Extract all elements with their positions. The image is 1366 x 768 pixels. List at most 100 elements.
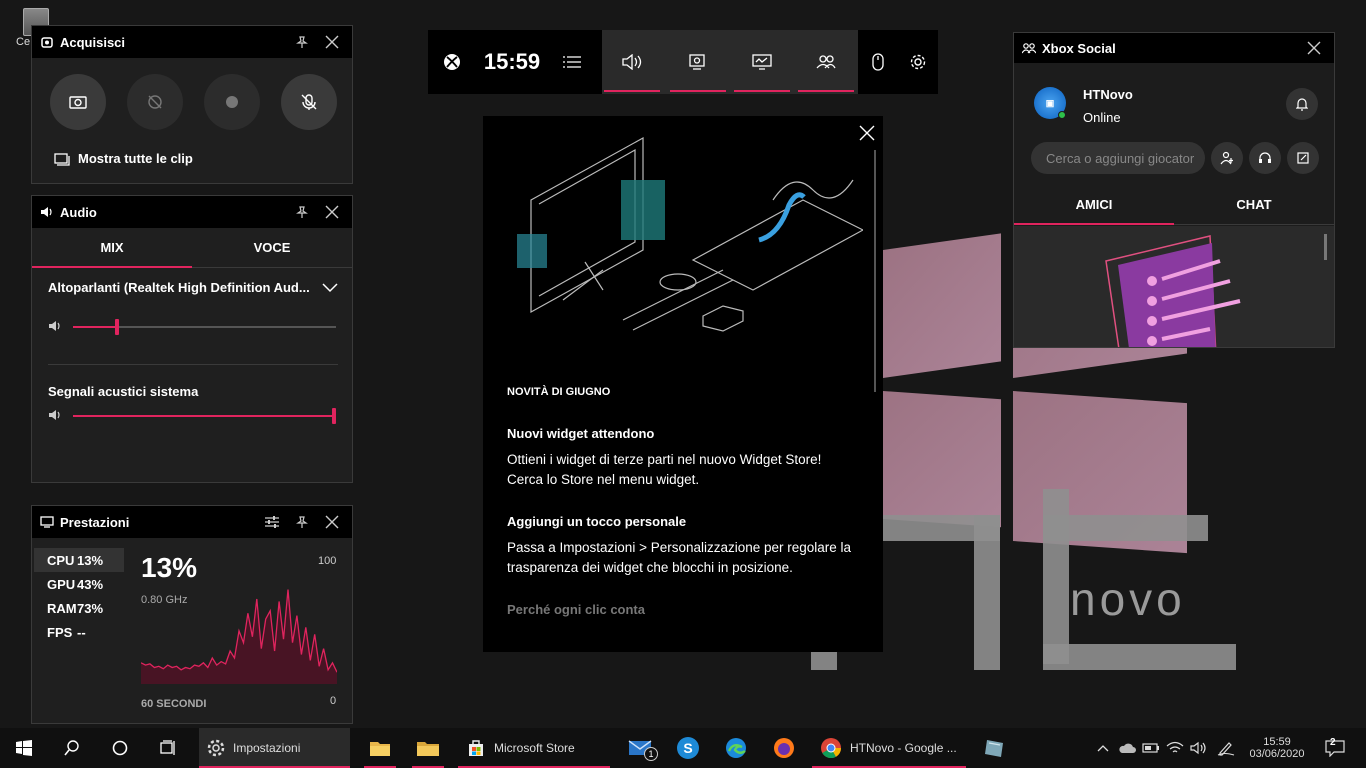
onedrive-tray[interactable] bbox=[1116, 728, 1138, 768]
pin-icon[interactable] bbox=[290, 510, 314, 534]
taskbar-app-chrome[interactable]: HTNovo - Google ... bbox=[812, 728, 966, 768]
metric-row[interactable]: CPU 13% bbox=[34, 548, 124, 572]
metric-key: RAM bbox=[47, 600, 77, 616]
notification-count: 2 bbox=[1330, 737, 1336, 748]
camera-icon bbox=[69, 94, 87, 110]
show-clips-label: Mostra tutte le clip bbox=[78, 151, 193, 166]
gear-icon bbox=[909, 53, 927, 71]
record-last-button[interactable] bbox=[127, 74, 183, 130]
battery-tray[interactable] bbox=[1140, 728, 1162, 768]
headset-icon bbox=[1258, 151, 1272, 165]
search-button[interactable] bbox=[48, 728, 96, 768]
metric-row[interactable]: RAM 73% bbox=[34, 596, 124, 620]
close-icon[interactable] bbox=[320, 30, 344, 54]
taskbar-app-gamebar[interactable] bbox=[974, 728, 1014, 768]
user-status: Online bbox=[1083, 110, 1121, 125]
folder-icon bbox=[416, 739, 440, 757]
pen-tray[interactable] bbox=[1214, 728, 1238, 768]
tab-friends[interactable]: AMICI bbox=[1014, 185, 1174, 225]
people-icon bbox=[1022, 42, 1036, 54]
taskbar-app-label: Impostazioni bbox=[233, 741, 301, 755]
volume-tray[interactable] bbox=[1188, 728, 1210, 768]
scrollbar[interactable] bbox=[1324, 234, 1327, 260]
scrollbar[interactable] bbox=[874, 150, 876, 392]
taskbar-app-folder[interactable] bbox=[408, 728, 448, 768]
metric-row[interactable]: GPU 43% bbox=[34, 572, 124, 596]
sliders-icon[interactable] bbox=[260, 510, 284, 534]
show-hidden-icons-button[interactable] bbox=[1094, 728, 1112, 768]
record-dot-icon bbox=[225, 95, 239, 109]
social-toggle-button[interactable] bbox=[796, 30, 856, 94]
notifications-button[interactable] bbox=[1286, 88, 1318, 120]
cortana-button[interactable] bbox=[96, 728, 144, 768]
slider-thumb[interactable] bbox=[115, 319, 119, 335]
search-input[interactable]: Cerca o aggiungi giocator bbox=[1031, 142, 1205, 174]
device-select[interactable]: Altoparlanti (Realtek High Definition Au… bbox=[48, 280, 338, 295]
compose-button[interactable] bbox=[1287, 142, 1319, 174]
chrome-icon bbox=[820, 737, 842, 759]
slider-thumb[interactable] bbox=[332, 408, 336, 424]
taskbar-app-settings[interactable]: Impostazioni bbox=[199, 728, 350, 768]
active-indicator bbox=[670, 90, 726, 92]
tab-mix[interactable]: MIX bbox=[32, 228, 192, 268]
history-icon bbox=[146, 93, 164, 111]
clock-time: 15:59 bbox=[1263, 736, 1291, 748]
capture-toggle-button[interactable] bbox=[668, 30, 726, 94]
tab-voice[interactable]: VOCE bbox=[192, 228, 352, 267]
add-friend-button[interactable] bbox=[1211, 142, 1243, 174]
taskbar: Impostazioni Microsoft Store 1 S HTNovo … bbox=[0, 728, 1366, 768]
xbox-social-widget: Xbox Social ▣ HTNovo Online Cerca o aggi… bbox=[1013, 32, 1335, 348]
close-icon[interactable] bbox=[320, 200, 344, 224]
system-volume-slider[interactable] bbox=[73, 408, 336, 424]
record-button[interactable] bbox=[204, 74, 260, 130]
taskbar-app-firefox[interactable] bbox=[764, 728, 804, 768]
taskbar-app-explorer[interactable] bbox=[360, 728, 400, 768]
metric-key: CPU bbox=[47, 552, 75, 568]
mouse-button[interactable] bbox=[864, 30, 892, 94]
close-icon[interactable] bbox=[1302, 36, 1326, 60]
audio-widget: Audio MIX VOCE Altoparlanti (Realtek Hig… bbox=[31, 195, 353, 483]
capture-icon bbox=[688, 53, 706, 71]
add-person-icon bbox=[1220, 151, 1234, 165]
mouse-icon bbox=[872, 53, 884, 71]
graph-min: 0 bbox=[330, 695, 337, 707]
speaker-volume-slider[interactable] bbox=[73, 319, 336, 335]
action-center-button[interactable]: 2 bbox=[1320, 728, 1350, 768]
menu-button[interactable] bbox=[554, 30, 590, 94]
mic-off-icon bbox=[300, 93, 318, 111]
taskbar-app-skype[interactable]: S bbox=[668, 728, 708, 768]
taskbar-app-mail[interactable]: 1 bbox=[620, 728, 660, 768]
party-button[interactable] bbox=[1249, 142, 1281, 174]
wifi-tray[interactable] bbox=[1164, 728, 1186, 768]
slider-fill bbox=[73, 415, 336, 417]
whats-new-widget: NOVITÀ DI GIUGNO Nuovi widget attendono … bbox=[483, 116, 883, 652]
start-button[interactable] bbox=[0, 728, 48, 768]
mic-toggle-button[interactable] bbox=[281, 74, 337, 130]
metric-key: FPS bbox=[47, 624, 73, 640]
metric-row[interactable]: FPS -- bbox=[34, 620, 124, 644]
pin-icon[interactable] bbox=[290, 200, 314, 224]
settings-button[interactable] bbox=[902, 30, 934, 94]
audio-title: Audio bbox=[60, 204, 97, 220]
audio-toggle-button[interactable] bbox=[602, 30, 662, 94]
volume-icon bbox=[48, 320, 62, 332]
username: HTNovo bbox=[1083, 87, 1133, 102]
tab-chat[interactable]: CHAT bbox=[1174, 185, 1334, 224]
audio-tabs: MIX VOCE bbox=[32, 228, 352, 268]
game-bar: 15:59 bbox=[428, 30, 938, 94]
taskbar-app-label: Microsoft Store bbox=[494, 741, 575, 755]
close-icon[interactable] bbox=[320, 510, 344, 534]
task-view-button[interactable] bbox=[144, 728, 192, 768]
performance-widget: Prestazioni CPU 13% GPU 43% RAM 73% FPS -- 1… bbox=[31, 505, 353, 724]
pen-icon bbox=[1217, 740, 1235, 756]
pin-icon[interactable] bbox=[290, 30, 314, 54]
clock-tray[interactable]: 15:59 03/06/2020 bbox=[1243, 728, 1311, 768]
metric-value: 73% bbox=[77, 600, 104, 616]
screenshot-button[interactable] bbox=[50, 74, 106, 130]
show-clips-link[interactable]: Mostra tutte le clip bbox=[54, 151, 193, 166]
performance-toggle-button[interactable] bbox=[732, 30, 792, 94]
taskbar-app-edge[interactable] bbox=[716, 728, 756, 768]
battery-icon bbox=[1142, 742, 1160, 754]
taskbar-app-store[interactable]: Microsoft Store bbox=[458, 728, 610, 768]
xbox-button[interactable] bbox=[428, 30, 476, 94]
